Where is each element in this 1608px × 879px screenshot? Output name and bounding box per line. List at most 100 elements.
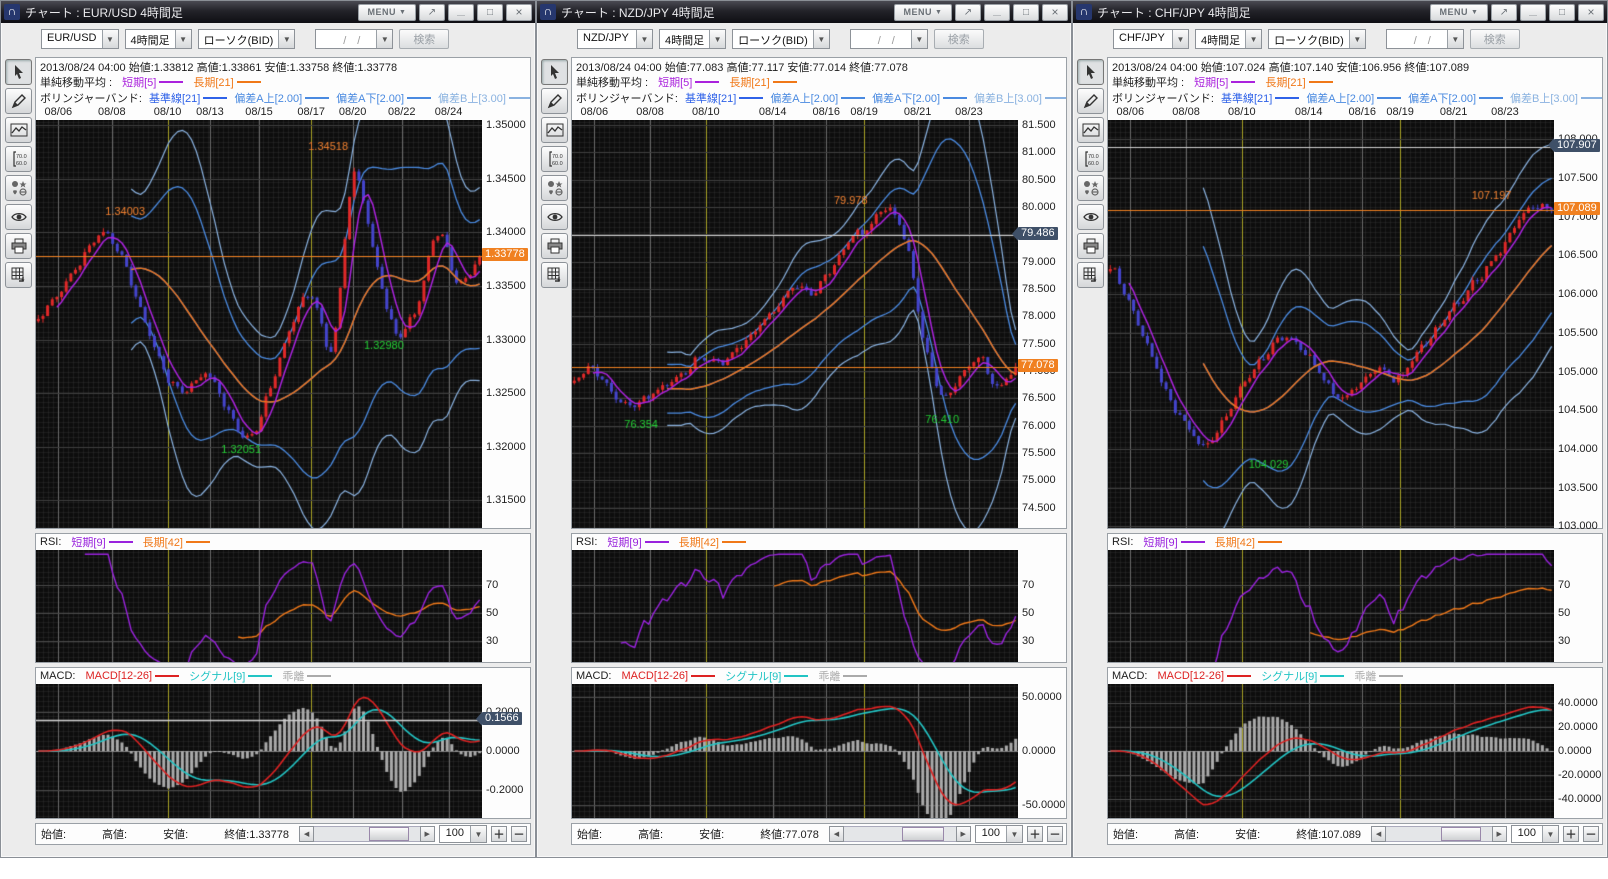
indicator-tool-button[interactable]	[1077, 117, 1104, 143]
macd-line-label: MACD[12-26]	[621, 670, 688, 682]
visibility-tool-button[interactable]	[541, 204, 568, 230]
close-button[interactable]: ×	[506, 4, 532, 21]
popout-button[interactable]: ↗	[419, 4, 445, 21]
timeframe-select[interactable]: 4時間足 ▼	[1195, 29, 1262, 49]
popout-button[interactable]: ↗	[955, 4, 981, 21]
chart-type-select[interactable]: ローソク(BID) ▼	[732, 29, 830, 49]
scroll-left-button[interactable]: ◀	[1371, 826, 1386, 842]
indicator-tool-button[interactable]	[541, 117, 568, 143]
marker-tool-button[interactable]	[5, 175, 32, 201]
scrollbar-thumb[interactable]	[1441, 827, 1481, 841]
status-bar: 始値: 高値: 安値: 終値:1.33778 ◀ ▶ 100 ▼ ＋ －	[35, 823, 531, 845]
search-button[interactable]: 検索	[934, 29, 984, 49]
bb-b-up-label: 偏差B上[3.00]	[438, 90, 506, 106]
select-tool-button[interactable]	[1077, 59, 1104, 85]
rsi-short-label: 短期[9]	[607, 534, 641, 550]
rsi-chart-canvas[interactable]	[36, 550, 482, 662]
search-button[interactable]: 検索	[399, 29, 449, 49]
search-button[interactable]: 検索	[1470, 29, 1520, 49]
zoom-in-button[interactable]: ＋	[1027, 826, 1043, 842]
select-tool-button[interactable]	[541, 59, 568, 85]
date-input[interactable]: / / ▼	[315, 29, 393, 49]
currency-pair-select[interactable]: CHF/JPY ▼	[1113, 29, 1189, 49]
close-button[interactable]: ×	[1042, 4, 1068, 21]
marker-tool-button[interactable]	[1077, 175, 1104, 201]
indicator-tool-button[interactable]	[5, 117, 32, 143]
date-value: / /	[1387, 30, 1447, 48]
close-button[interactable]: ×	[1578, 4, 1604, 21]
draw-tool-button[interactable]	[5, 88, 32, 114]
rsi-chart-canvas[interactable]	[1108, 550, 1554, 662]
macd-chart-canvas[interactable]	[36, 684, 482, 818]
macd-chart-canvas[interactable]	[572, 684, 1018, 818]
price-chart-canvas[interactable]	[572, 120, 1018, 528]
scroll-left-button[interactable]: ◀	[829, 826, 844, 842]
currency-pair-select[interactable]: NZD/JPY ▼	[577, 29, 653, 49]
scrollbar-track[interactable]	[314, 826, 420, 842]
rsi-short-label: 短期[9]	[1143, 534, 1177, 550]
price-axis-label: 74.500	[1022, 502, 1056, 514]
marker-tool-button[interactable]	[541, 175, 568, 201]
export-tool-button[interactable]	[1077, 262, 1104, 288]
scroll-right-button[interactable]: ▶	[1492, 826, 1507, 842]
chart-scrollbar[interactable]: ◀ ▶	[829, 826, 971, 842]
scroll-left-button[interactable]: ◀	[299, 826, 314, 842]
scrollbar-track[interactable]	[1386, 826, 1492, 842]
export-tool-button[interactable]	[541, 262, 568, 288]
print-tool-button[interactable]	[541, 233, 568, 259]
maximize-icon: □	[487, 7, 493, 18]
macd-chart-canvas[interactable]	[1108, 684, 1554, 818]
rsi-chart-canvas[interactable]	[572, 550, 1018, 662]
zoom-in-button[interactable]: ＋	[491, 826, 507, 842]
maximize-button[interactable]: □	[477, 4, 503, 21]
zoom-out-button[interactable]: －	[1583, 826, 1599, 842]
menu-button[interactable]: MENU ▼	[894, 4, 952, 21]
maximize-button[interactable]: □	[1549, 4, 1575, 21]
scrollbar-track[interactable]	[844, 826, 956, 842]
scrollbar-thumb[interactable]	[369, 827, 409, 841]
menu-button[interactable]: MENU ▼	[358, 4, 416, 21]
line-swatch	[307, 675, 331, 677]
print-tool-button[interactable]	[1077, 233, 1104, 259]
timeframe-select[interactable]: 4時間足 ▼	[659, 29, 726, 49]
minimize-button[interactable]: ＿	[984, 4, 1010, 21]
zoom-select[interactable]: 100 ▼	[975, 825, 1023, 843]
scroll-right-button[interactable]: ▶	[956, 826, 971, 842]
scale-tool-button[interactable]: 70.060.0	[5, 146, 32, 172]
chart-scrollbar[interactable]: ◀ ▶	[299, 826, 435, 842]
price-chart-canvas[interactable]	[36, 120, 482, 528]
x-axis-label: 08/14	[759, 106, 787, 118]
popout-button[interactable]: ↗	[1491, 4, 1517, 21]
draw-tool-button[interactable]	[1077, 88, 1104, 114]
pencil-icon	[10, 92, 28, 110]
scale-tool-button[interactable]: 70.060.0	[1077, 146, 1104, 172]
minimize-button[interactable]: ＿	[1520, 4, 1546, 21]
zoom-out-button[interactable]: －	[1047, 826, 1063, 842]
zoom-in-button[interactable]: ＋	[1563, 826, 1579, 842]
currency-pair-select[interactable]: EUR/USD ▼	[41, 29, 119, 49]
macd-legend-title: MACD:	[40, 670, 75, 682]
visibility-tool-button[interactable]	[1077, 204, 1104, 230]
export-tool-button[interactable]	[5, 262, 32, 288]
timeframe-select[interactable]: 4時間足 ▼	[125, 29, 192, 49]
chart-type-select[interactable]: ローソク(BID) ▼	[198, 29, 296, 49]
date-input[interactable]: / / ▼	[850, 29, 928, 49]
chart-type-select[interactable]: ローソク(BID) ▼	[1268, 29, 1366, 49]
scrollbar-thumb[interactable]	[902, 827, 944, 841]
visibility-tool-button[interactable]	[5, 204, 32, 230]
zoom-select[interactable]: 100 ▼	[1511, 825, 1559, 843]
scroll-right-button[interactable]: ▶	[420, 826, 435, 842]
maximize-button[interactable]: □	[1013, 4, 1039, 21]
scale-tool-button[interactable]: 70.060.0	[541, 146, 568, 172]
date-input[interactable]: / / ▼	[1386, 29, 1464, 49]
select-tool-button[interactable]	[5, 59, 32, 85]
rsi-axis-label: 70	[1022, 579, 1034, 591]
zoom-select[interactable]: 100 ▼	[439, 825, 487, 843]
zoom-out-button[interactable]: －	[511, 826, 527, 842]
price-chart-canvas[interactable]	[1108, 120, 1554, 528]
draw-tool-button[interactable]	[541, 88, 568, 114]
print-tool-button[interactable]	[5, 233, 32, 259]
menu-button[interactable]: MENU ▼	[1430, 4, 1488, 21]
chart-scrollbar[interactable]: ◀ ▶	[1371, 826, 1507, 842]
minimize-button[interactable]: ＿	[448, 4, 474, 21]
